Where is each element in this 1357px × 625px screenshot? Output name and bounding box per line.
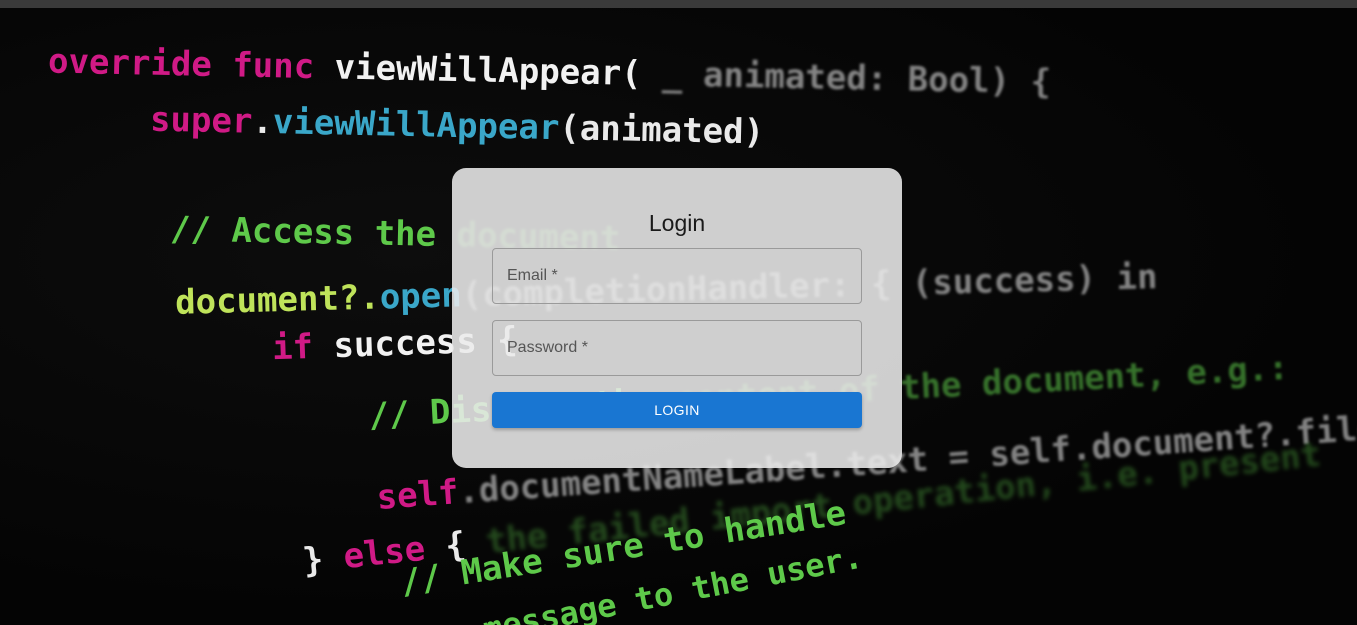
code-identifier: document?.: [174, 277, 381, 323]
login-card: Login Email * Password * LOGIN: [452, 168, 902, 468]
email-field[interactable]: Email *: [492, 248, 862, 304]
code-type: open: [379, 275, 463, 318]
login-title: Login: [648, 210, 706, 236]
login-button[interactable]: LOGIN: [492, 392, 862, 428]
code-keyword: super: [149, 99, 253, 142]
code-line: override func viewWillAppear( _ animated…: [48, 42, 1052, 103]
code-comment: // Access the: [169, 209, 437, 255]
code-text: .: [251, 101, 274, 143]
code-brace: }: [300, 539, 326, 582]
email-input[interactable]: [493, 249, 861, 303]
password-field[interactable]: Password *: [492, 320, 862, 376]
code-text: _ animated: Bool) {: [661, 54, 1052, 103]
browser-top-bar: [0, 0, 1357, 8]
code-keyword: override func: [47, 41, 315, 88]
code-text: (animated): [558, 108, 765, 153]
password-input[interactable]: [493, 321, 861, 375]
code-function: viewWillAppear(: [334, 47, 643, 94]
code-keyword: self: [375, 472, 460, 518]
code-type: viewWillAppear: [272, 102, 560, 149]
code-keyword: if: [271, 326, 314, 369]
code-line: super.viewWillAppear(animated): [150, 100, 765, 153]
